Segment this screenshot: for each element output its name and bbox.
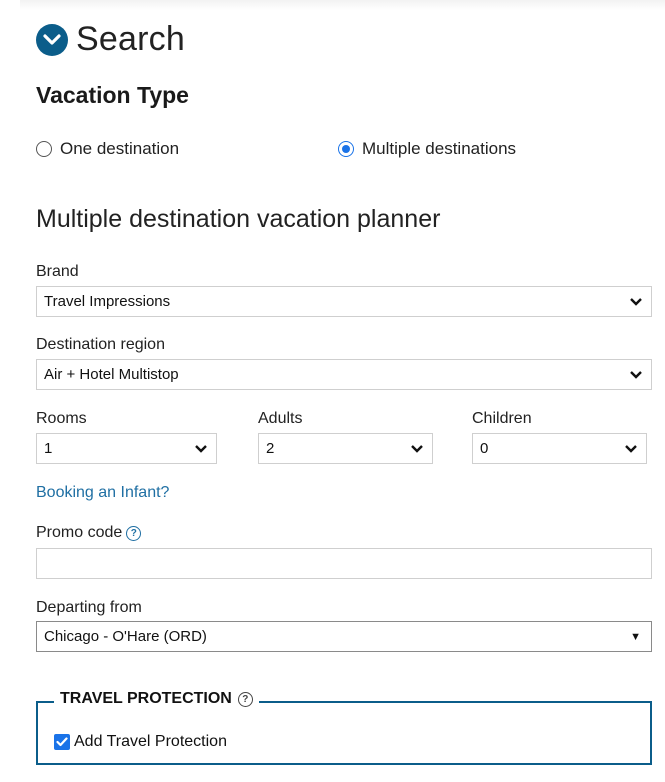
checkbox-label: Add Travel Protection <box>74 733 227 750</box>
planner-heading: Multiple destination vacation planner <box>36 205 441 233</box>
promo-label: Promo code? <box>36 524 142 542</box>
chevron-down-icon <box>630 371 642 379</box>
page-title: Search <box>76 20 185 58</box>
children-select[interactable]: 0 <box>472 433 647 464</box>
booking-infant-link[interactable]: Booking an Infant? <box>36 484 169 502</box>
radio-one-destination[interactable]: One destination <box>36 139 179 159</box>
travel-protection-legend: TRAVEL PROTECTION? <box>54 690 259 708</box>
region-value: Air + Hotel Multistop <box>44 366 179 383</box>
help-icon[interactable]: ? <box>237 691 253 707</box>
rooms-value: 1 <box>44 440 53 457</box>
checkbox-checked-icon[interactable] <box>54 734 70 750</box>
brand-label: Brand <box>36 263 79 280</box>
rooms-label: Rooms <box>36 410 87 427</box>
radio-button-selected[interactable] <box>338 141 354 157</box>
adults-select[interactable]: 2 <box>258 433 433 464</box>
vacation-type-heading: Vacation Type <box>36 82 189 108</box>
departing-value: Chicago - O'Hare (ORD) <box>44 628 207 645</box>
brand-value: Travel Impressions <box>44 293 171 310</box>
adults-value: 2 <box>266 440 275 457</box>
add-travel-protection[interactable]: Add Travel Protection <box>54 733 227 751</box>
children-value: 0 <box>480 440 489 457</box>
help-icon[interactable]: ? <box>126 526 142 541</box>
adults-label: Adults <box>258 410 303 427</box>
promo-code-input[interactable] <box>36 548 652 579</box>
search-panel: Search Vacation Type One destination Mul… <box>0 0 665 782</box>
chevron-down-icon <box>411 445 423 453</box>
chevron-down-icon <box>195 445 207 453</box>
promo-label-text: Promo code <box>36 524 123 541</box>
top-divider <box>20 0 665 10</box>
travel-protection-title: TRAVEL PROTECTION <box>60 690 232 707</box>
radio-label: Multiple destinations <box>362 139 517 158</box>
region-label: Destination region <box>36 336 165 353</box>
children-label: Children <box>472 410 532 427</box>
brand-select[interactable]: Travel Impressions <box>36 286 652 317</box>
chevron-down-circle-icon[interactable] <box>36 23 68 56</box>
radio-multiple-destinations[interactable]: Multiple destinations <box>338 139 516 159</box>
triangle-down-icon: ▼ <box>630 631 641 643</box>
departing-select[interactable]: Chicago - O'Hare (ORD) ▼ <box>36 621 652 652</box>
radio-label: One destination <box>60 139 180 158</box>
chevron-down-icon <box>630 298 642 306</box>
rooms-select[interactable]: 1 <box>36 433 217 464</box>
departing-label: Departing from <box>36 599 142 616</box>
chevron-down-icon <box>625 445 637 453</box>
region-select[interactable]: Air + Hotel Multistop <box>36 359 652 390</box>
radio-button[interactable] <box>36 141 52 157</box>
search-header[interactable]: Search <box>36 20 185 59</box>
